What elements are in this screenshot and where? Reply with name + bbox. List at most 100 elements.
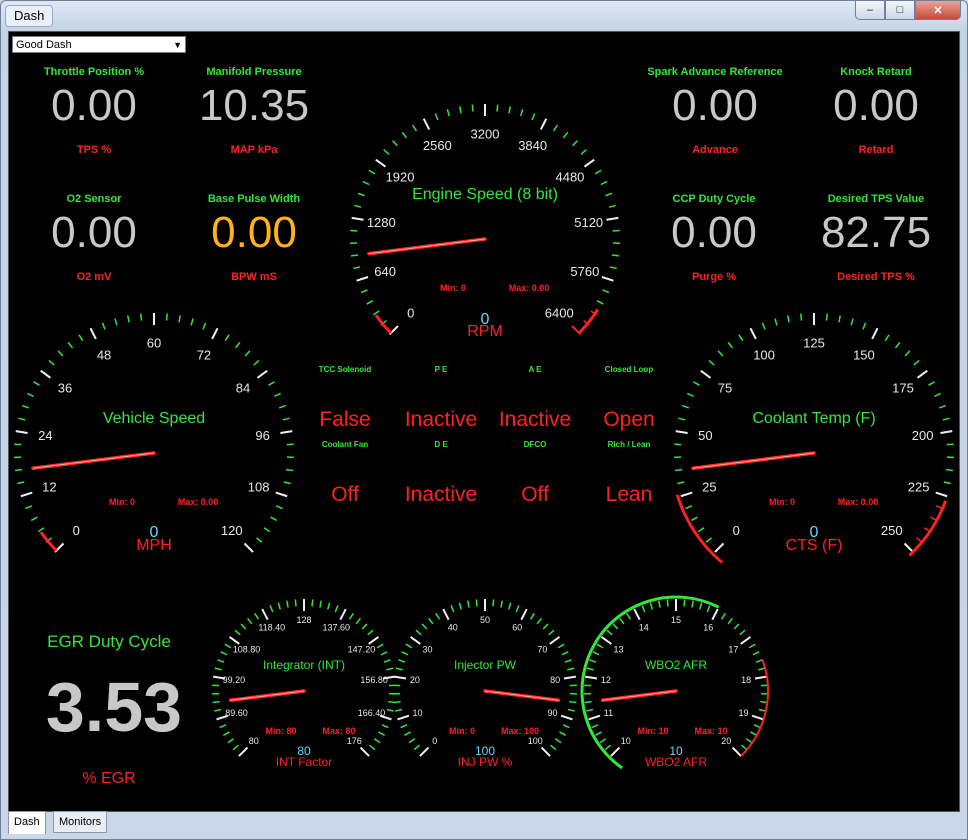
cts-tick-mark	[935, 491, 948, 498]
close-button[interactable]: ✕	[915, 1, 961, 20]
int-tick-label: 128	[296, 615, 311, 625]
rpm-tick-mark	[552, 124, 558, 132]
afr-tick-mark	[584, 675, 598, 680]
rpm-tick-mark	[360, 289, 368, 294]
mph-tick-mark	[253, 359, 260, 366]
afr-tick-mark	[633, 608, 641, 621]
mph-tick-label: 108	[248, 479, 270, 494]
afr-tick-mark	[584, 700, 592, 704]
rpm-tick-mark	[609, 266, 617, 270]
int-tick-mark	[294, 599, 297, 607]
mph-tick-mark	[57, 350, 64, 357]
cts-tick-mark	[934, 392, 941, 398]
injpw-tick-mark	[408, 738, 416, 744]
tab-dash[interactable]: Dash	[8, 811, 46, 834]
rpm-tick-mark	[508, 106, 512, 114]
cts-tick-label: 250	[881, 523, 903, 538]
cts-tick-label: 75	[718, 381, 732, 396]
afr-tick-mark	[591, 724, 599, 729]
cts-gauge-title: Coolant Temp (F)	[752, 410, 875, 427]
injpw-tick-label: 100	[528, 736, 543, 746]
cts-tick-mark	[850, 318, 854, 326]
rpm-tick-mark	[368, 169, 376, 175]
injpw-tick-mark	[520, 608, 528, 621]
int-tick-mark	[261, 608, 269, 621]
mph-needle-highlight	[32, 452, 155, 469]
mph-tick-mark	[114, 318, 118, 326]
rpm-tick-mark	[606, 216, 619, 221]
afr-tick-mark	[589, 659, 597, 663]
injpw-tick-mark	[413, 744, 420, 751]
int-tick-mark	[247, 617, 253, 625]
rpm-unit-label: RPM	[467, 323, 503, 340]
afr-tick-mark	[586, 708, 594, 712]
rpm-tick-mark	[601, 276, 614, 282]
int-tick-label: 137.60	[322, 623, 350, 633]
cts-tick-mark	[903, 542, 914, 553]
mph-tick-mark	[202, 322, 207, 330]
int-tick-mark	[361, 623, 368, 630]
rpm-gauge-title: Engine Speed (8 bit)	[412, 186, 558, 203]
afr-tick-mark	[588, 714, 601, 721]
injpw-tick-mark	[562, 724, 570, 729]
afr-tick-mark	[748, 643, 756, 649]
int-tick-mark	[378, 731, 385, 736]
afr-tick-mark	[741, 744, 748, 751]
injpw-tick-mark	[500, 600, 503, 608]
cts-tick-label: 25	[702, 479, 716, 494]
cts-tick-mark	[714, 542, 725, 553]
injpw-tick-mark	[401, 651, 409, 656]
mph-tick-mark	[30, 516, 38, 522]
afr-tick-label: 12	[601, 675, 611, 685]
afr-tick-mark	[750, 731, 757, 736]
int-tick-mark	[240, 623, 247, 630]
injpw-tick-mark	[569, 700, 577, 704]
injpw-tick-mark	[395, 708, 403, 712]
afr-needle-highlight	[602, 690, 677, 701]
injpw-tick-label: 10	[412, 708, 422, 718]
injpw-tick-mark	[435, 612, 441, 620]
mph-tick-mark	[263, 527, 271, 533]
afr-tick-label: 18	[741, 675, 751, 685]
maximize-button[interactable]: □	[885, 1, 915, 20]
int-tick-mark	[217, 659, 225, 663]
cts-tick-mark	[871, 327, 879, 340]
cts-tick-label: 50	[698, 428, 712, 443]
mph-tick-label: 48	[97, 347, 111, 362]
injpw-tick-label: 30	[423, 644, 433, 654]
injpw-tick-label: 0	[432, 736, 437, 746]
cts-tick-label: 175	[892, 381, 914, 396]
injpw-tick-label: 90	[548, 708, 558, 718]
rpm-tick-mark	[471, 104, 474, 112]
injpw-tick-mark	[393, 700, 401, 704]
injpw-tick-label: 70	[537, 644, 547, 654]
afr-tick-mark	[752, 651, 760, 656]
mph-tick-mark	[268, 381, 275, 386]
tab-monitors[interactable]: Monitors	[53, 811, 108, 833]
rpm-tick-mark	[351, 216, 364, 221]
cts-tick-mark	[727, 341, 734, 349]
injpw-tick-mark	[549, 636, 561, 645]
injpw-tick-label: 40	[448, 623, 458, 633]
injpw-tick-mark	[400, 724, 408, 729]
rpm-tick-mark	[458, 106, 462, 114]
int-tick-mark	[227, 738, 235, 744]
int-needle-highlight	[230, 690, 305, 701]
afr-tick-label: 14	[639, 623, 649, 633]
window-title: Dash	[5, 5, 54, 27]
injpw-gauge-title: Injector PW	[454, 658, 517, 672]
int-tick-mark	[219, 724, 227, 729]
afr-tick-mark	[706, 605, 711, 613]
cts-tick-mark	[738, 334, 744, 342]
mph-tick-mark	[283, 481, 291, 485]
cts-tick-mark	[862, 322, 867, 330]
int-tick-mark	[223, 731, 230, 736]
cts-tick-mark	[904, 350, 911, 357]
int-tick-mark	[214, 708, 222, 712]
cts-tick-mark	[717, 350, 724, 357]
minimize-button[interactable]: ‒	[855, 1, 885, 20]
injpw-tick-mark	[475, 599, 478, 607]
injpw-tick-label: 20	[410, 675, 420, 685]
afr-tick-mark	[754, 675, 768, 680]
mph-tick-label: 36	[58, 381, 72, 396]
